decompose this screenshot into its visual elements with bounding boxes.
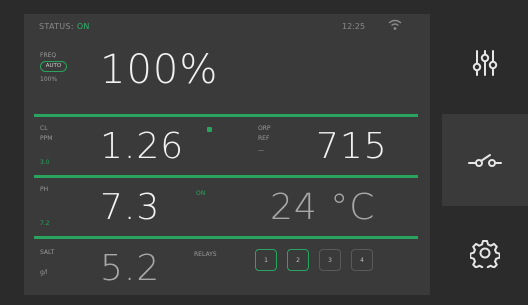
relay-2-button[interactable]: 2 [287, 249, 309, 271]
freq-value: 100% [100, 47, 219, 93]
relay-1-button[interactable]: 1 [255, 249, 277, 271]
sliders-icon [472, 50, 498, 76]
row-salt-relays: SALT g/l 5.2 RELAYS 1 2 3 4 [24, 239, 430, 295]
relay-3-button[interactable]: 3 [319, 249, 341, 271]
gear-icon [470, 239, 500, 268]
clock: 12:25 [342, 22, 366, 31]
freq-label: FREQ [40, 52, 57, 59]
sidebar [442, 14, 528, 295]
relays-label: RELAYS [194, 251, 217, 258]
freq-sub: 100% [40, 76, 58, 83]
switch-icon [468, 154, 502, 167]
orp-sub2: — [258, 147, 264, 154]
wifi-icon [388, 19, 402, 30]
salt-sub: g/l [40, 269, 48, 276]
temperature-value: 24 °C [270, 187, 376, 228]
status-bar: STATUS: ON 12:25 [24, 14, 430, 38]
relay-4-button[interactable]: 4 [351, 249, 373, 271]
cl-setpoint: 3.0 [40, 159, 50, 166]
settings-sliders-button[interactable] [442, 14, 528, 112]
status-label: STATUS: ON [39, 22, 90, 31]
status-value: ON [76, 22, 90, 31]
row-frequency: FREQ AUTO 100% 100% [24, 38, 430, 114]
ph-label: PH [40, 186, 49, 193]
switch-button[interactable] [442, 114, 528, 206]
row-ph-temp: PH 7.2 7.3 ON 24 °C [24, 178, 430, 236]
salt-value: 5.2 [100, 248, 161, 289]
cl-indicator [207, 127, 212, 132]
salt-label: SALT [40, 249, 55, 256]
main-panel: STATUS: ON 12:25 FREQ AUTO 100% 100% CL P… [24, 14, 430, 295]
ph-setpoint: 7.2 [40, 220, 50, 227]
auto-mode-toggle[interactable]: AUTO [40, 61, 67, 72]
row-cl-orp: CL PPM 3.0 1.26 ORP REF — 715 [24, 117, 430, 175]
cl-label: CL [40, 125, 48, 132]
ph-value: 7.3 [100, 187, 161, 228]
cl-sub: PPM [40, 135, 53, 142]
orp-value: 715 [316, 126, 388, 167]
cl-value: 1.26 [100, 126, 185, 167]
orp-label: ORP [258, 125, 271, 132]
settings-gear-button[interactable] [442, 210, 528, 295]
ph-indicator: ON [196, 190, 206, 197]
orp-sub: REF [258, 135, 270, 142]
